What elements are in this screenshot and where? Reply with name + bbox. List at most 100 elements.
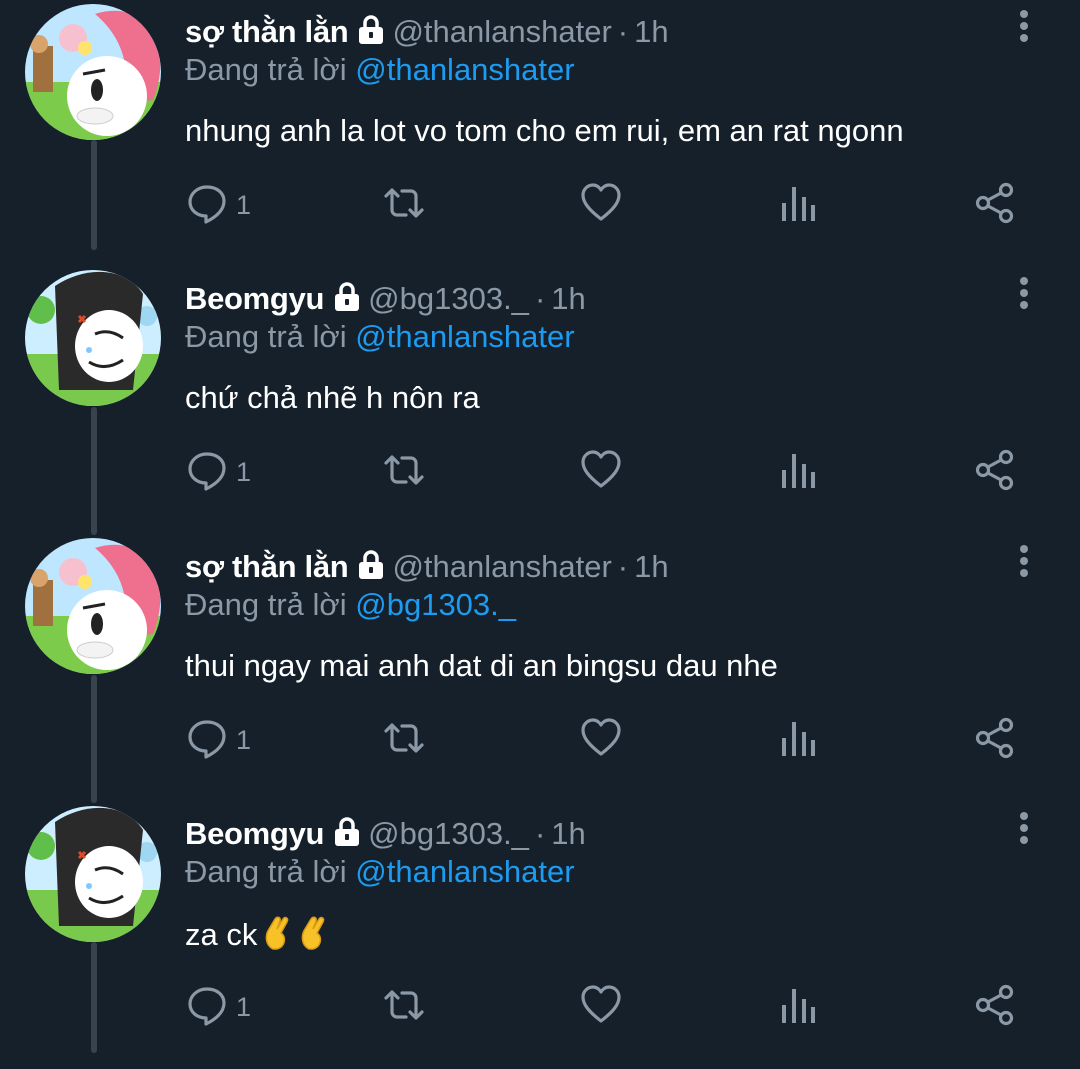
reply-thread: sợ thằn lằn @thanlanshater · 1h Đang trả…: [0, 0, 1080, 1053]
share-button[interactable]: [974, 180, 1016, 230]
display-name[interactable]: sợ thằn lằn: [185, 549, 349, 585]
tweet-reply[interactable]: Beomgyu @bg1303._ · 1h Đang trả lời @tha…: [0, 267, 1080, 534]
timestamp[interactable]: 1h: [551, 816, 585, 852]
tweet-text: chứ chả nhẽ h nôn ra: [185, 380, 480, 416]
tweet-actions: 1: [0, 982, 1080, 1032]
lock-icon: [356, 549, 386, 585]
tweet-text-content: thui ngay mai anh dat di an bingsu dau n…: [185, 648, 778, 683]
timestamp[interactable]: 1h: [634, 549, 668, 585]
replying-to-label: Đang trả lời: [185, 854, 347, 889]
timestamp[interactable]: 1h: [551, 281, 585, 317]
reply-button[interactable]: 1: [186, 715, 251, 765]
bar-chart-icon: [780, 718, 816, 763]
display-name[interactable]: sợ thằn lằn: [185, 14, 349, 50]
more-options-icon[interactable]: [1014, 543, 1034, 579]
reply-button[interactable]: 1: [186, 982, 251, 1032]
bar-chart-icon: [780, 450, 816, 495]
tweet-text: thui ngay mai anh dat di an bingsu dau n…: [185, 648, 778, 684]
replying-to: Đang trả lời @thanlanshater: [185, 319, 575, 355]
share-icon: [974, 717, 1016, 764]
reply-icon: [186, 449, 228, 496]
user-handle[interactable]: @thanlanshater: [392, 549, 611, 585]
heart-icon: [580, 449, 622, 496]
share-button[interactable]: [974, 715, 1016, 765]
more-options-icon[interactable]: [1014, 810, 1034, 846]
separator-dot: ·: [534, 281, 546, 316]
lock-icon: [332, 816, 362, 852]
avatar[interactable]: [25, 806, 161, 942]
views-button[interactable]: [780, 180, 816, 230]
mention-link[interactable]: @thanlanshater: [355, 854, 574, 889]
retweet-button[interactable]: [381, 982, 427, 1032]
timestamp[interactable]: 1h: [634, 14, 668, 50]
like-button[interactable]: [580, 715, 622, 765]
mention-link[interactable]: @thanlanshater: [355, 52, 574, 87]
user-handle[interactable]: @bg1303._: [368, 281, 529, 317]
replying-to-label: Đang trả lời: [185, 319, 347, 354]
tweet-text-content: za ck: [185, 917, 258, 953]
reply-icon: [186, 182, 228, 229]
tweet-header: Beomgyu @bg1303._ · 1h: [185, 812, 586, 856]
reply-icon: [186, 984, 228, 1031]
views-button[interactable]: [780, 715, 816, 765]
bar-chart-icon: [780, 183, 816, 228]
share-button[interactable]: [974, 982, 1016, 1032]
replying-to-label: Đang trả lời: [185, 587, 347, 622]
user-handle[interactable]: @bg1303._: [368, 816, 529, 852]
tweet-actions: 1: [0, 715, 1080, 765]
avatar[interactable]: [25, 270, 161, 406]
views-button[interactable]: [780, 982, 816, 1032]
tweet-actions: 1: [0, 180, 1080, 230]
like-button[interactable]: [580, 447, 622, 497]
more-options-icon[interactable]: [1014, 275, 1034, 311]
replying-to: Đang trả lời @thanlanshater: [185, 854, 575, 890]
share-button[interactable]: [974, 447, 1016, 497]
share-icon: [974, 984, 1016, 1031]
tweet-header: sợ thằn lằn @thanlanshater · 1h: [185, 545, 669, 589]
like-button[interactable]: [580, 982, 622, 1032]
mention-link[interactable]: @bg1303._: [355, 587, 516, 622]
separator-dot: ·: [534, 816, 546, 851]
retweet-button[interactable]: [381, 715, 427, 765]
views-button[interactable]: [780, 447, 816, 497]
more-options-icon[interactable]: [1014, 8, 1034, 44]
reply-count: 1: [236, 456, 252, 487]
tweet-reply[interactable]: Beomgyu @bg1303._ · 1h Đang trả lời @tha…: [0, 802, 1080, 1069]
lock-icon: [356, 14, 386, 50]
replying-to: Đang trả lời @bg1303._: [185, 587, 516, 623]
tweet-text-content: nhung anh la lot vo tom cho em rui, em a…: [185, 113, 904, 148]
reply-icon: [186, 717, 228, 764]
heart-icon: [580, 984, 622, 1031]
retweet-icon: [381, 449, 427, 496]
user-handle[interactable]: @thanlanshater: [392, 14, 611, 50]
lock-icon: [332, 281, 362, 317]
tweet-text-content: chứ chả nhẽ h nôn ra: [185, 380, 480, 415]
reply-count: 1: [236, 189, 252, 220]
retweet-icon: [381, 717, 427, 764]
share-icon: [974, 182, 1016, 229]
tweet-reply[interactable]: sợ thằn lằn @thanlanshater · 1h Đang trả…: [0, 535, 1080, 802]
tweet-header: sợ thằn lằn @thanlanshater · 1h: [185, 10, 669, 54]
reply-count: 1: [236, 991, 252, 1022]
tweet-text: za ck: [185, 915, 329, 959]
retweet-icon: [381, 984, 427, 1031]
reply-button[interactable]: 1: [186, 447, 251, 497]
replying-to-label: Đang trả lời: [185, 52, 347, 87]
avatar[interactable]: [25, 538, 161, 674]
tweet-reply[interactable]: sợ thằn lằn @thanlanshater · 1h Đang trả…: [0, 0, 1080, 267]
mention-link[interactable]: @thanlanshater: [355, 319, 574, 354]
avatar[interactable]: [25, 4, 161, 140]
separator-dot: ·: [617, 549, 629, 584]
retweet-button[interactable]: [381, 180, 427, 230]
like-button[interactable]: [580, 180, 622, 230]
display-name[interactable]: Beomgyu: [185, 281, 324, 317]
bar-chart-icon: [780, 985, 816, 1030]
retweet-button[interactable]: [381, 447, 427, 497]
display-name[interactable]: Beomgyu: [185, 816, 324, 852]
tweet-actions: 1: [0, 447, 1080, 497]
crossed-fingers-emoji: [261, 915, 293, 959]
crossed-fingers-emoji: [297, 915, 329, 959]
reply-button[interactable]: 1: [186, 180, 251, 230]
replying-to: Đang trả lời @thanlanshater: [185, 52, 575, 88]
tweet-header: Beomgyu @bg1303._ · 1h: [185, 277, 586, 321]
